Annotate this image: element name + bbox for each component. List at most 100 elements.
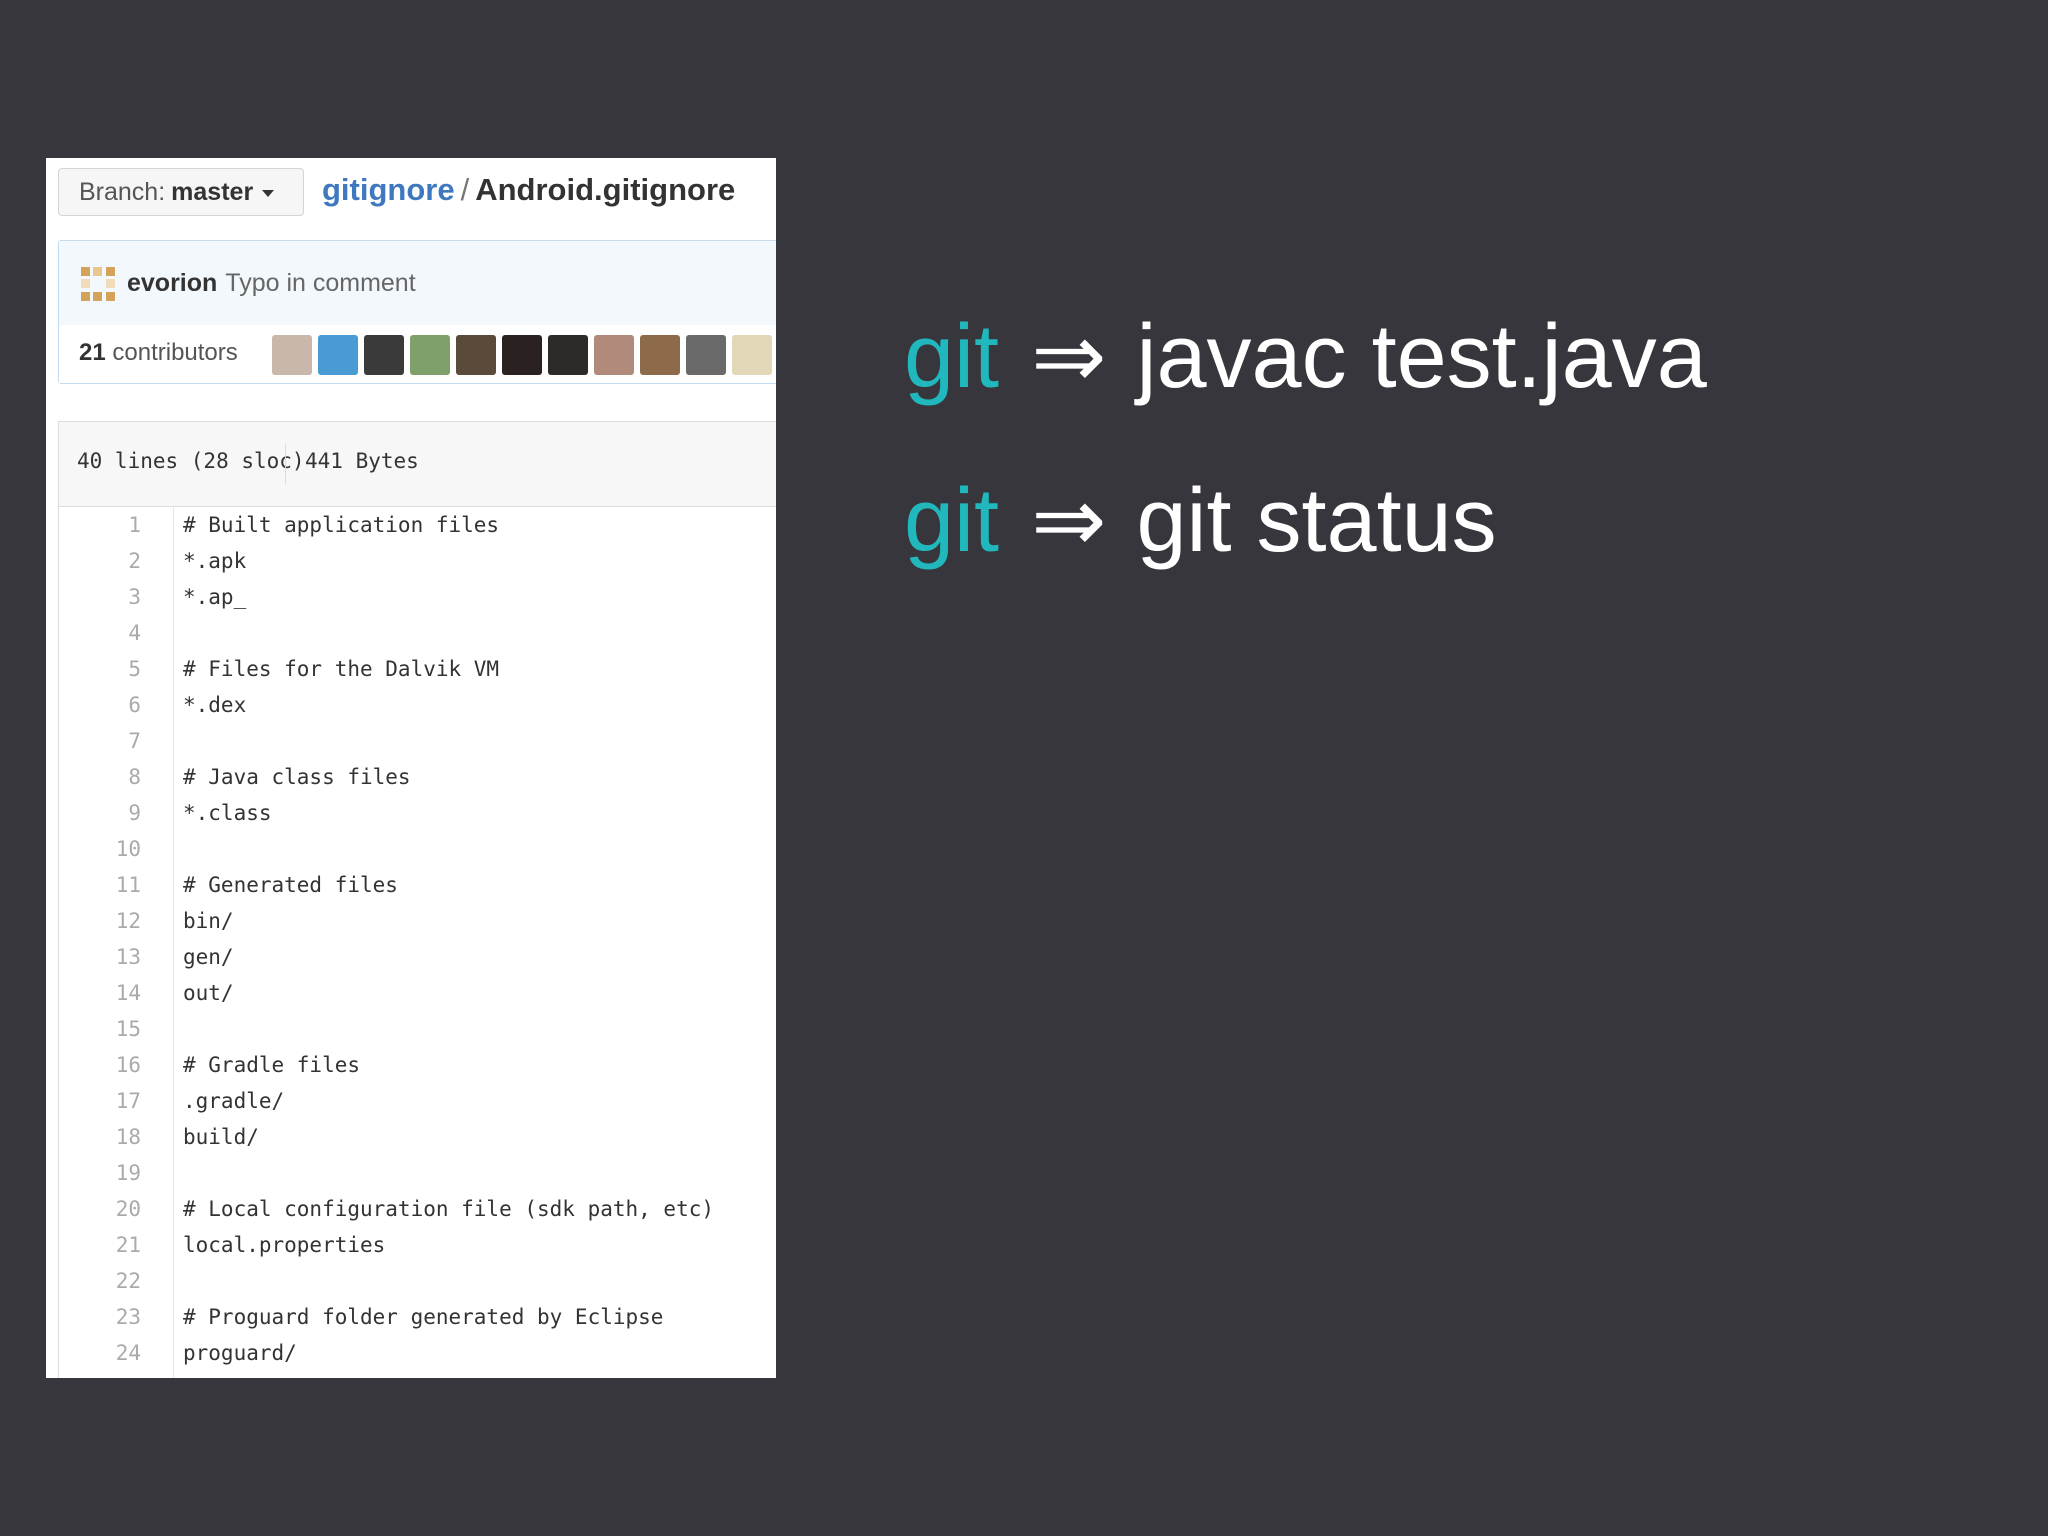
line-number[interactable]: 18 [59,1119,141,1155]
line-number[interactable]: 13 [59,939,141,975]
contributor-avatar[interactable] [502,335,542,375]
file-info-bar: 40 lines (28 sloc) 441 Bytes [58,421,776,507]
code-line: 11 # Generated files [59,867,776,903]
code-line: 22 [59,1263,776,1299]
commit-author-link[interactable]: evorion [127,269,217,297]
line-number[interactable]: 14 [59,975,141,1011]
line-number[interactable]: 12 [59,903,141,939]
line-number[interactable]: 17 [59,1083,141,1119]
line-number[interactable]: 23 [59,1299,141,1335]
code-text: bin/ [183,909,234,933]
code-text: out/ [183,981,234,1005]
branch-prefix: Branch: [79,177,166,206]
branch-name: master [171,177,254,206]
file-line-count: 40 lines (28 sloc) [77,449,305,473]
code-line: 23 # Proguard folder generated by Eclipse [59,1299,776,1335]
line-number[interactable]: 1 [59,507,141,543]
line-number[interactable]: 15 [59,1011,141,1047]
code-line: 15 [59,1011,776,1047]
author-identicon-icon[interactable] [81,267,115,301]
code-line: 4 [59,615,776,651]
contributor-avatar[interactable] [456,335,496,375]
file-info-divider [285,444,286,484]
line-number[interactable]: 16 [59,1047,141,1083]
branch-selector-button[interactable]: Branch: master [58,168,304,216]
code-line: 16 # Gradle files [59,1047,776,1083]
code-text: # Proguard folder generated by Eclipse [183,1305,664,1329]
code-text: gen/ [183,945,234,969]
code-line: 3 *.ap_ [59,579,776,615]
line-number[interactable]: 9 [59,795,141,831]
code-line: 7 [59,723,776,759]
contributors-count: 21 [79,339,106,366]
code-text: .gradle/ [183,1089,285,1113]
code-line: 9 *.class [59,795,776,831]
slide-line-2: git ⇒ git status [904,476,1497,566]
contributor-avatar[interactable] [548,335,588,375]
implies-arrow-icon: ⇒ [1031,307,1107,407]
breadcrumb-separator: / [460,172,470,207]
contributor-avatar[interactable] [410,335,450,375]
line-number[interactable]: 6 [59,687,141,723]
code-text: *.dex [183,693,247,717]
contributor-avatar[interactable] [686,335,726,375]
code-text: # Generated files [183,873,398,897]
contributors-row: 21 contributors [59,325,776,383]
code-line: 17 .gradle/ [59,1083,776,1119]
line-number[interactable]: 10 [59,831,141,867]
line-number[interactable]: 4 [59,615,141,651]
code-line: 2 *.apk [59,543,776,579]
code-line: 18 build/ [59,1119,776,1155]
code-line: 5 # Files for the Dalvik VM [59,651,776,687]
contributor-avatar[interactable] [272,335,312,375]
contributor-avatars [272,335,776,375]
slide-command: javac test.java [1136,307,1707,407]
breadcrumb-repo-link[interactable]: gitignore [322,172,455,207]
code-line: 8 # Java class files [59,759,776,795]
slide-keyword: git [904,471,1000,571]
code-text: *.class [183,801,272,825]
slide-command: git status [1136,471,1497,571]
code-text: *.ap_ [183,585,247,609]
code-line: 19 [59,1155,776,1191]
implies-arrow-icon: ⇒ [1031,471,1107,571]
contributor-avatar[interactable] [594,335,634,375]
contributors-label: contributors [112,339,238,366]
commit-summary: evorion Typo in comment [59,241,776,326]
line-number[interactable]: 8 [59,759,141,795]
slide-keyword: git [904,307,1000,407]
code-text: build/ [183,1125,259,1149]
line-number[interactable]: 5 [59,651,141,687]
contributor-avatar[interactable] [732,335,772,375]
line-number[interactable]: 11 [59,867,141,903]
caret-down-icon [262,190,275,197]
line-number[interactable]: 7 [59,723,141,759]
line-number[interactable]: 24 [59,1335,141,1371]
line-number[interactable]: 3 [59,579,141,615]
code-text: *.apk [183,549,247,573]
github-file-screenshot: Branch: master gitignore / Android.gitigno… [46,158,776,1378]
code-text: proguard/ [183,1341,297,1365]
code-line: 6 *.dex [59,687,776,723]
code-text: # Gradle files [183,1053,361,1077]
line-number[interactable]: 22 [59,1263,141,1299]
line-number[interactable]: 20 [59,1191,141,1227]
code-view: 1 # Built application files 2 *.apk 3 *.ap_ 4 5… [58,507,776,1378]
latest-commit-box: evorion Typo in comment 21 contributors [58,240,776,384]
line-number[interactable]: 2 [59,543,141,579]
contributor-avatar[interactable] [318,335,358,375]
code-line: 21 local.properties [59,1227,776,1263]
contributor-avatar[interactable] [364,335,404,375]
code-line: 13 gen/ [59,939,776,975]
slide-line-1: git ⇒ javac test.java [904,312,1707,402]
code-text: # Built application files [183,513,500,537]
code-line: 10 [59,831,776,867]
code-line: 14 out/ [59,975,776,1011]
code-text: # Files for the Dalvik VM [183,657,500,681]
line-number[interactable]: 21 [59,1227,141,1263]
commit-message-link[interactable]: Typo in comment [225,269,415,297]
commit-message: evorion Typo in comment [127,269,416,298]
line-number[interactable]: 19 [59,1155,141,1191]
contributors-link[interactable]: 21 contributors [79,339,238,367]
contributor-avatar[interactable] [640,335,680,375]
